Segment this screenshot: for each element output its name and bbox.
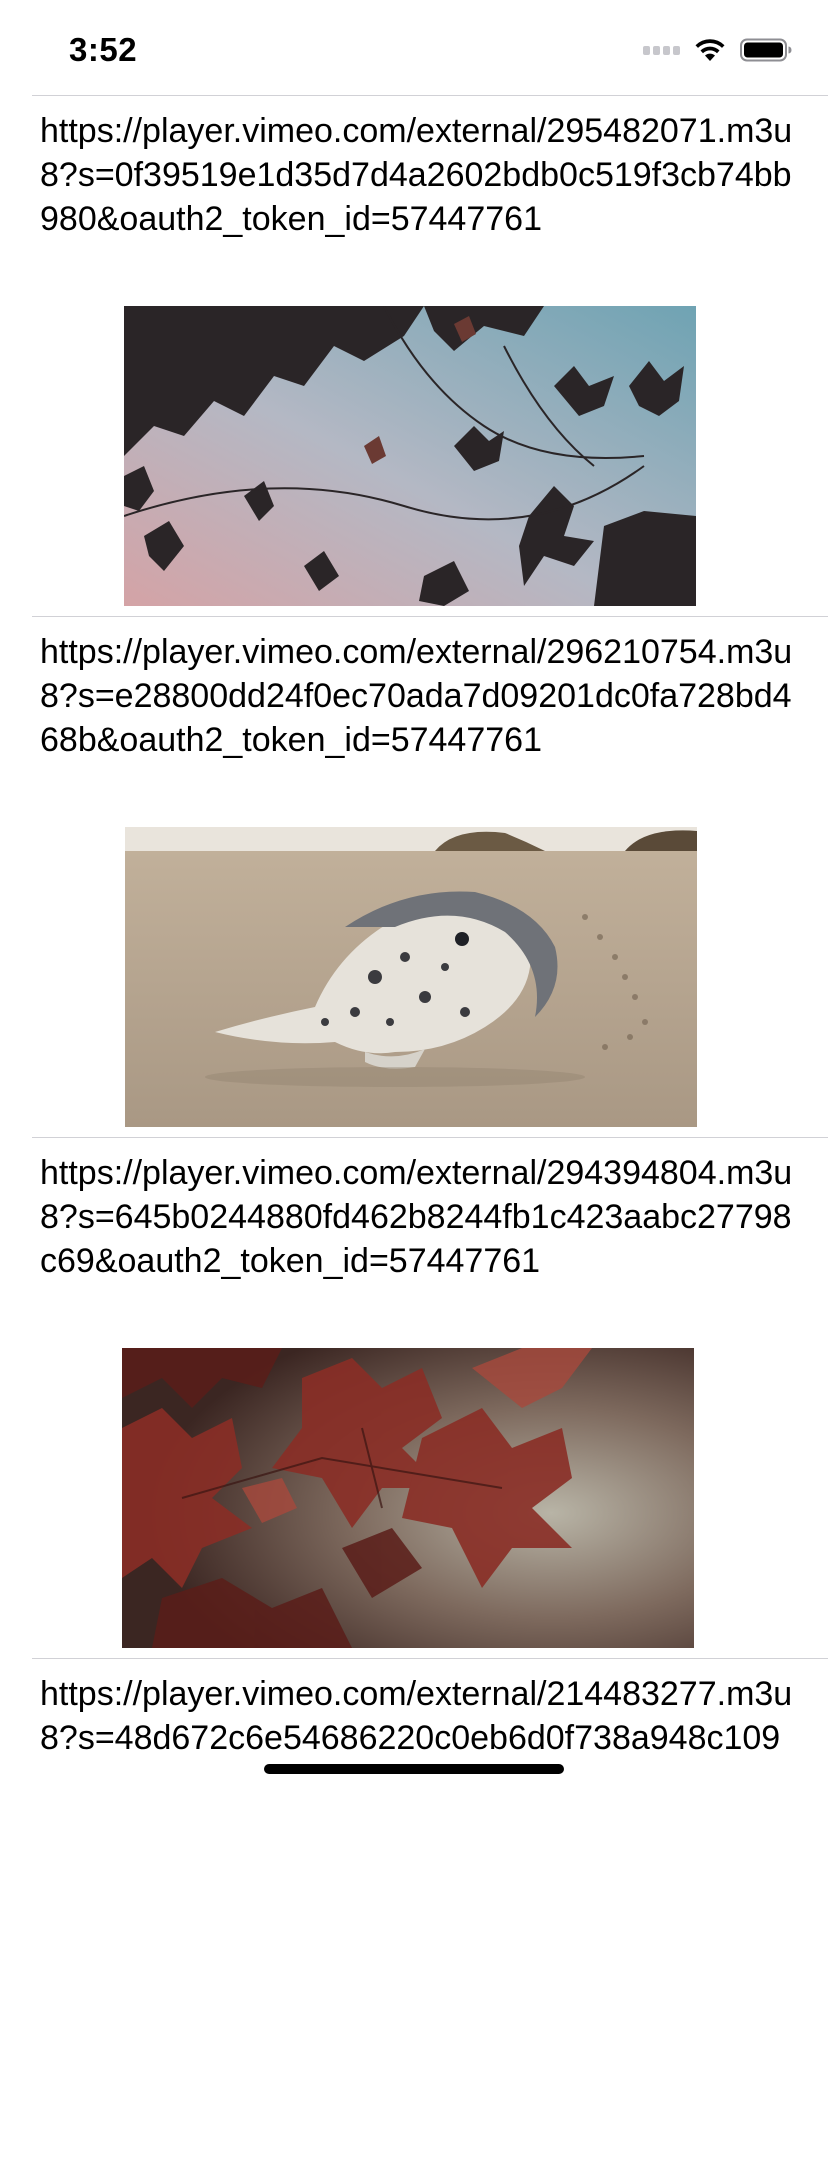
battery-icon — [740, 38, 792, 62]
status-bar: 3:52 — [0, 0, 828, 96]
cell-separator — [32, 1137, 828, 1138]
red-maple-leaves-thumbnail[interactable] — [122, 1348, 694, 1648]
wifi-icon — [694, 38, 726, 62]
video-url-label: https://player.vimeo.com/external/296210… — [40, 633, 793, 759]
video-cell[interactable]: https://player.vimeo.com/external/295482… — [0, 95, 828, 616]
video-cell[interactable]: https://player.vimeo.com/external/294394… — [0, 1137, 828, 1658]
cell-separator — [32, 1658, 828, 1659]
status-time: 3:52 — [69, 31, 138, 68]
cell-separator — [32, 95, 828, 96]
status-icons — [643, 36, 792, 64]
cellular-signal-icon — [643, 45, 680, 55]
video-url-label: https://player.vimeo.com/external/214483… — [40, 1675, 793, 1757]
video-cell[interactable]: https://player.vimeo.com/external/296210… — [0, 616, 828, 1137]
autumn-leaves-silhouette-thumbnail[interactable] — [124, 306, 696, 606]
video-url-label: https://player.vimeo.com/external/295482… — [40, 112, 793, 238]
seal-on-beach-thumbnail[interactable] — [125, 827, 697, 1127]
home-indicator[interactable] — [264, 1764, 564, 1774]
video-url-label: https://player.vimeo.com/external/294394… — [40, 1154, 793, 1280]
cell-separator — [32, 616, 828, 617]
video-cell[interactable]: https://player.vimeo.com/external/214483… — [0, 1658, 828, 2179]
